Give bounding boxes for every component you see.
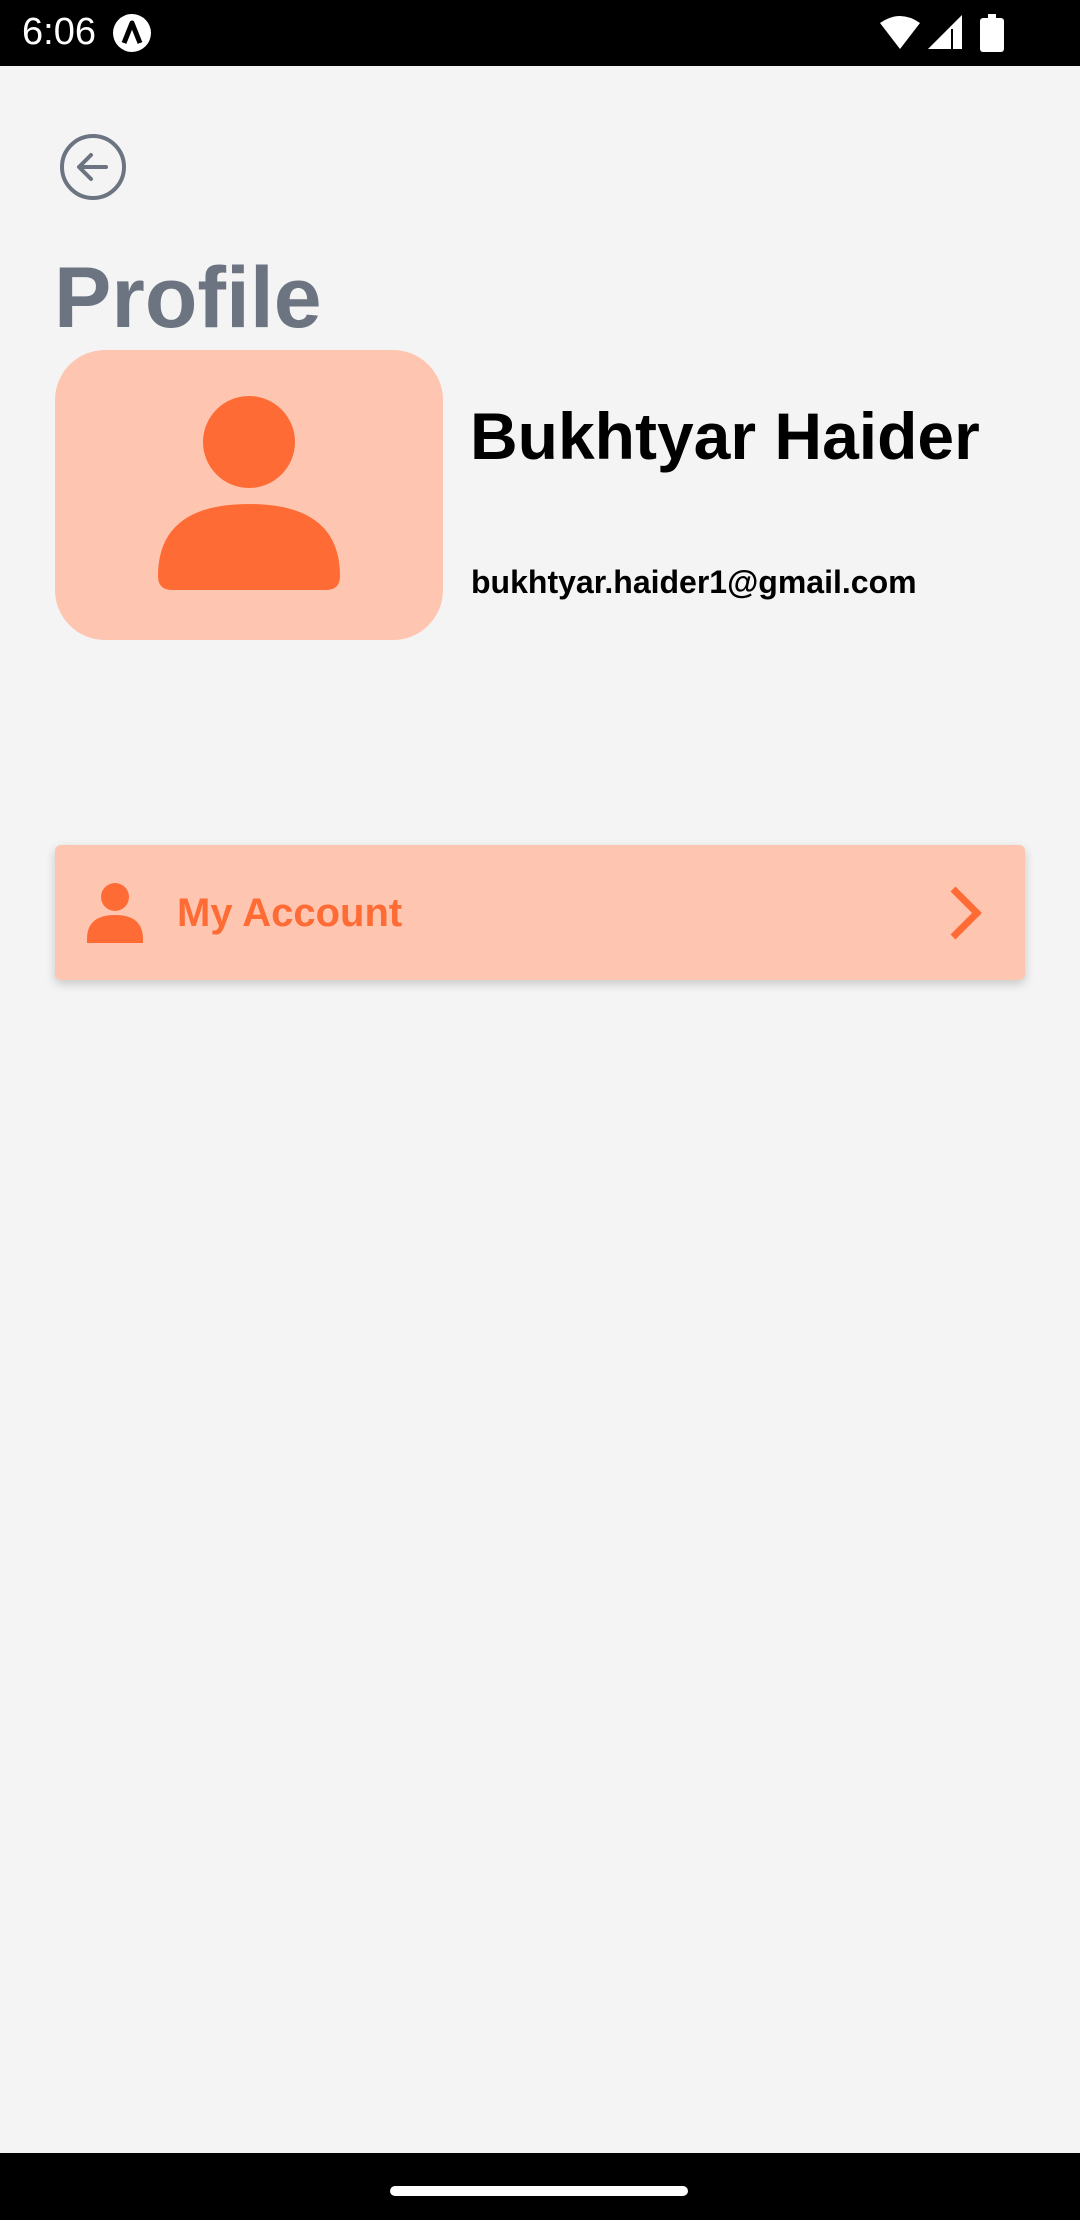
battery-icon (980, 14, 1004, 52)
navigation-bar (0, 2153, 1080, 2220)
cell-signal-icon (928, 15, 962, 49)
home-handle[interactable] (390, 2186, 688, 2196)
chevron-right-icon (950, 886, 982, 940)
status-bar: 6:06 (0, 0, 1080, 66)
menu-item-label: My Account (177, 891, 403, 935)
arrow-left-circle-icon (60, 134, 126, 200)
wifi-icon (880, 16, 920, 49)
page-title: Profile (54, 250, 322, 346)
user-email: bukhtyar.haider1@gmail.com (471, 564, 917, 600)
app-notification-icon (113, 14, 151, 52)
user-name: Bukhtyar Haider (470, 399, 980, 473)
user-icon (158, 396, 340, 590)
avatar (55, 350, 443, 640)
user-icon (87, 883, 143, 943)
status-time: 6:06 (22, 11, 96, 53)
menu-item-my-account[interactable]: My Account (55, 845, 1025, 980)
profile-screen: 6:06 Profile Bukhtyar Haider bukhtyar.ha… (0, 0, 1080, 2220)
back-button[interactable] (58, 132, 128, 202)
